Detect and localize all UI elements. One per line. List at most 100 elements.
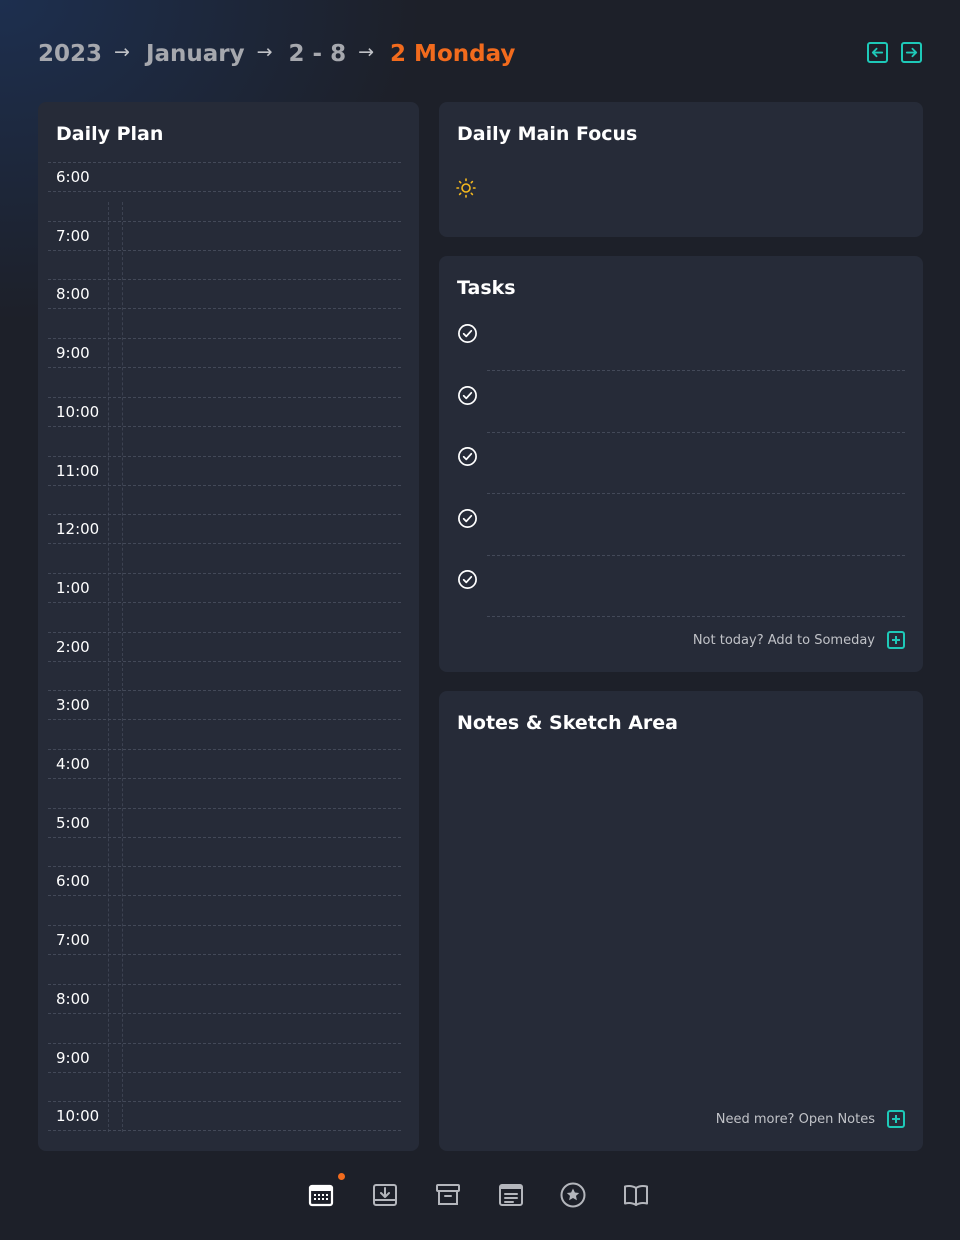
half-hour-line [48, 895, 401, 897]
time-label: 3:00 [56, 696, 96, 715]
check-circle-icon[interactable] [457, 569, 478, 590]
time-label: 2:00 [56, 637, 96, 656]
half-hour-line [48, 719, 401, 721]
hour-line [48, 162, 401, 163]
half-hour-line [48, 484, 401, 486]
task-input-line[interactable] [487, 493, 905, 494]
hour-line [48, 279, 401, 281]
time-label: 11:00 [56, 461, 106, 480]
calendar-icon [308, 1184, 334, 1207]
time-label: 9:00 [56, 1048, 96, 1067]
half-hour-line [48, 954, 401, 956]
time-label: 1:00 [56, 578, 96, 597]
time-label: 7:00 [56, 931, 96, 950]
half-hour-line [48, 543, 401, 545]
time-label: 10:00 [56, 1107, 106, 1126]
active-indicator-dot [338, 1173, 345, 1180]
hour-line [48, 572, 401, 574]
task-row[interactable] [457, 385, 905, 446]
breadcrumb-arrow-icon: → [114, 41, 130, 63]
hour-line [48, 807, 401, 809]
next-day-button[interactable] [901, 42, 922, 63]
hour-line [48, 983, 401, 985]
half-hour-line [48, 778, 401, 779]
book-icon [624, 1185, 648, 1206]
time-grid[interactable]: 6:00 7:00 8:00 9:00 10:00 11:00 12:00 1:00 2:00 3… [48, 162, 401, 1132]
half-hour-line [48, 308, 401, 310]
time-label: 6:00 [56, 168, 96, 186]
half-hour-line [48, 601, 401, 603]
notes-sketch-panel[interactable]: Notes & Sketch Area Need more? Open Note… [439, 691, 923, 1151]
hour-line [48, 749, 401, 750]
half-hour-line [48, 1012, 401, 1014]
breadcrumb-month[interactable]: January [146, 41, 245, 67]
time-label: 9:00 [56, 344, 96, 363]
bottom-navigation [306, 1173, 656, 1214]
time-label: 7:00 [56, 226, 96, 245]
tasks-panel: Tasks Not today? Add to Someday [439, 256, 923, 672]
task-input-line[interactable] [487, 616, 905, 617]
time-label: 8:00 [56, 285, 96, 304]
previous-day-button[interactable] [867, 42, 888, 63]
half-hour-line [48, 191, 401, 192]
hour-line [48, 338, 401, 340]
time-label: 12:00 [56, 520, 106, 539]
time-label: 10:00 [56, 402, 106, 421]
nav-inbox[interactable] [370, 1180, 400, 1210]
nav-calendar[interactable] [306, 1180, 336, 1210]
add-to-someday-link[interactable]: Not today? Add to Someday [693, 631, 905, 649]
daily-plan-title: Daily Plan [56, 123, 164, 145]
sun-icon[interactable] [456, 178, 476, 198]
check-circle-icon[interactable] [457, 508, 478, 529]
plus-box-icon[interactable] [887, 1110, 905, 1128]
half-hour-line [48, 425, 401, 427]
grid-divider [122, 202, 123, 1132]
breadcrumb-week[interactable]: 2 - 8 [289, 41, 347, 67]
daily-main-focus-title: Daily Main Focus [457, 123, 638, 145]
hour-line [48, 1101, 401, 1103]
tasks-title: Tasks [457, 277, 516, 299]
nav-archive[interactable] [433, 1180, 463, 1210]
daily-plan-panel: Daily Plan 6:00 7:00 8:00 9:00 10:00 11:00 12:… [38, 102, 419, 1151]
half-hour-line [48, 836, 401, 838]
hour-line [48, 1042, 401, 1044]
task-input-line[interactable] [487, 554, 905, 556]
check-circle-icon[interactable] [457, 446, 478, 467]
open-notes-link[interactable]: Need more? Open Notes [716, 1110, 905, 1128]
star-circle-icon [560, 1182, 586, 1208]
nav-notes[interactable] [496, 1180, 526, 1210]
grid-divider [108, 202, 109, 1132]
breadcrumb-year[interactable]: 2023 [38, 41, 102, 67]
check-circle-icon[interactable] [457, 385, 478, 406]
nav-journal[interactable] [621, 1180, 651, 1210]
task-row[interactable] [457, 508, 905, 569]
task-input-line[interactable] [487, 431, 905, 433]
open-notes-label: Need more? Open Notes [715, 1111, 875, 1127]
breadcrumb: 2023 → January → 2 - 8 → 2 Monday [38, 36, 515, 72]
task-input-line[interactable] [487, 370, 905, 371]
half-hour-line [48, 1130, 401, 1132]
breadcrumb-arrow-icon: → [256, 41, 273, 63]
hour-line [48, 631, 401, 633]
half-hour-line [48, 249, 401, 251]
check-circle-icon[interactable] [457, 323, 478, 344]
archive-icon [436, 1184, 460, 1205]
time-label: 6:00 [56, 872, 96, 891]
task-row[interactable] [457, 446, 905, 507]
arrow-right-box-icon [905, 47, 918, 58]
hour-line [48, 925, 401, 927]
task-row[interactable] [457, 569, 905, 630]
hour-line [48, 866, 401, 868]
breadcrumb-current-day: 2 Monday [390, 41, 516, 67]
hour-line [48, 220, 401, 222]
nav-favorites[interactable] [558, 1180, 588, 1210]
time-label: 8:00 [56, 989, 96, 1008]
plus-box-icon[interactable] [887, 631, 905, 649]
half-hour-line [48, 660, 401, 662]
arrow-left-box-icon [871, 47, 884, 58]
inbox-download-icon [373, 1184, 397, 1206]
hour-line [48, 455, 401, 457]
task-row[interactable] [457, 323, 905, 384]
add-to-someday-label: Not today? Add to Someday [692, 632, 875, 648]
notes-sketch-title: Notes & Sketch Area [457, 712, 678, 734]
